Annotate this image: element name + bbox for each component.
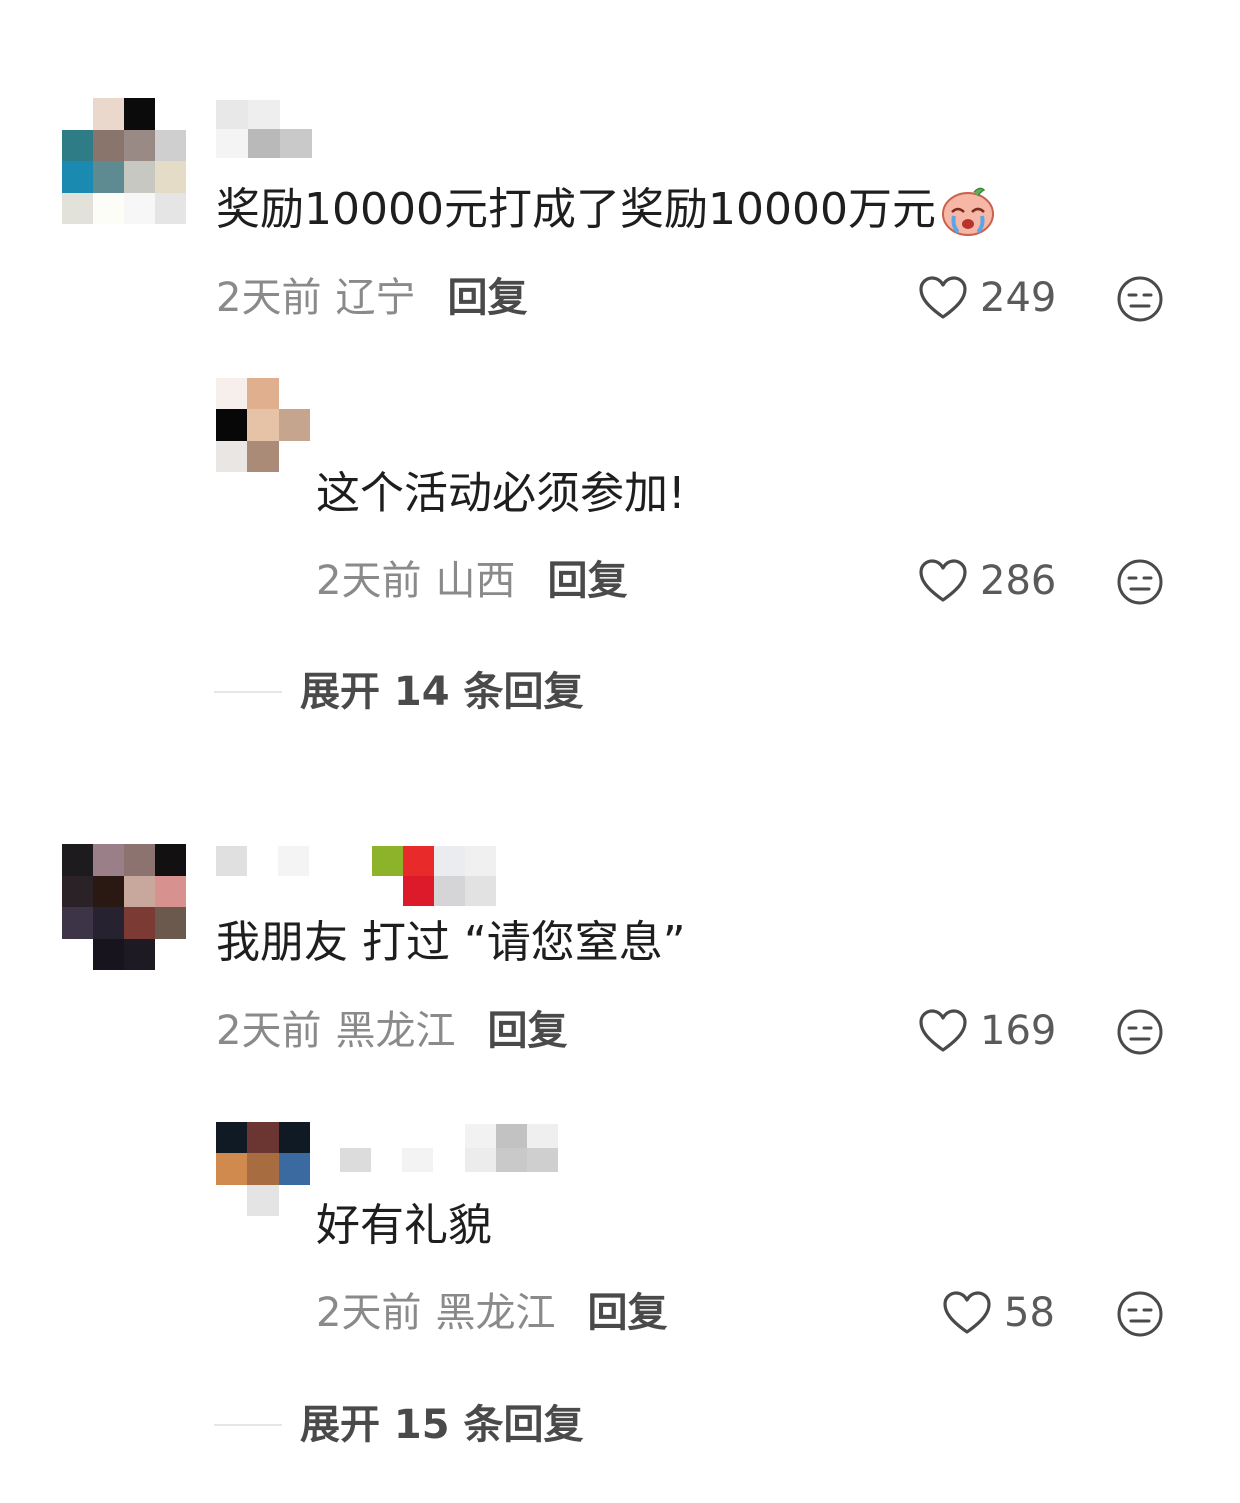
comment-location: 黑龙江 bbox=[435, 1290, 556, 1336]
comment-text: 奖励10000元打成了奖励10000万元 bbox=[216, 184, 936, 235]
comment-location: 山西 bbox=[435, 558, 516, 604]
meh-face-icon bbox=[1116, 1290, 1164, 1338]
like-button[interactable]: 249 bbox=[918, 273, 1056, 323]
avatar[interactable] bbox=[216, 378, 310, 472]
username[interactable] bbox=[216, 846, 496, 906]
dislike-button[interactable] bbox=[1116, 1008, 1164, 1056]
comment-time: 2天前 bbox=[316, 558, 422, 604]
comment-location: 辽宁 bbox=[335, 275, 416, 321]
meh-face-icon bbox=[1116, 1008, 1164, 1056]
like-button[interactable]: 58 bbox=[942, 1288, 1055, 1338]
avatar[interactable] bbox=[216, 1122, 310, 1216]
comment-time: 2天前 bbox=[216, 1008, 322, 1054]
comment-time: 2天前 bbox=[316, 1290, 422, 1336]
crying-face-emoji bbox=[940, 182, 996, 238]
dislike-button[interactable] bbox=[1116, 558, 1164, 606]
comment-text: 我朋友 打过 “请您窒息” bbox=[216, 917, 686, 968]
like-button[interactable]: 169 bbox=[918, 1006, 1056, 1056]
reply-button[interactable]: 回复 bbox=[447, 273, 527, 323]
expand-replies-label: 展开 15 条回复 bbox=[300, 1402, 584, 1448]
avatar[interactable] bbox=[62, 844, 186, 970]
reply-button[interactable]: 回复 bbox=[587, 1288, 667, 1338]
dislike-button[interactable] bbox=[1116, 275, 1164, 323]
comment-time: 2天前 bbox=[216, 275, 322, 321]
username[interactable] bbox=[340, 1124, 558, 1172]
heart-outline-icon bbox=[942, 1290, 992, 1336]
like-count: 58 bbox=[1004, 1290, 1055, 1336]
expand-replies-label: 展开 14 条回复 bbox=[300, 669, 584, 715]
expand-replies-button[interactable]: 展开 15 条回复 bbox=[214, 1400, 584, 1450]
comment-location: 黑龙江 bbox=[335, 1008, 456, 1054]
meh-face-icon bbox=[1116, 558, 1164, 606]
heart-outline-icon bbox=[918, 275, 968, 321]
meh-face-icon bbox=[1116, 275, 1164, 323]
comment-text: 这个活动必须参加! bbox=[316, 468, 686, 519]
reply-button[interactable]: 回复 bbox=[547, 556, 627, 606]
like-count: 249 bbox=[980, 275, 1057, 321]
heart-outline-icon bbox=[918, 558, 968, 604]
dislike-button[interactable] bbox=[1116, 1290, 1164, 1338]
like-button[interactable]: 286 bbox=[918, 556, 1056, 606]
like-count: 286 bbox=[980, 558, 1057, 604]
divider bbox=[214, 691, 282, 693]
heart-outline-icon bbox=[918, 1008, 968, 1054]
divider bbox=[214, 1424, 282, 1426]
comment-text: 好有礼貌 bbox=[316, 1200, 492, 1251]
expand-replies-button[interactable]: 展开 14 条回复 bbox=[214, 667, 584, 717]
reply-button[interactable]: 回复 bbox=[487, 1006, 567, 1056]
avatar[interactable] bbox=[62, 98, 186, 224]
like-count: 169 bbox=[980, 1008, 1057, 1054]
username[interactable] bbox=[216, 100, 312, 158]
